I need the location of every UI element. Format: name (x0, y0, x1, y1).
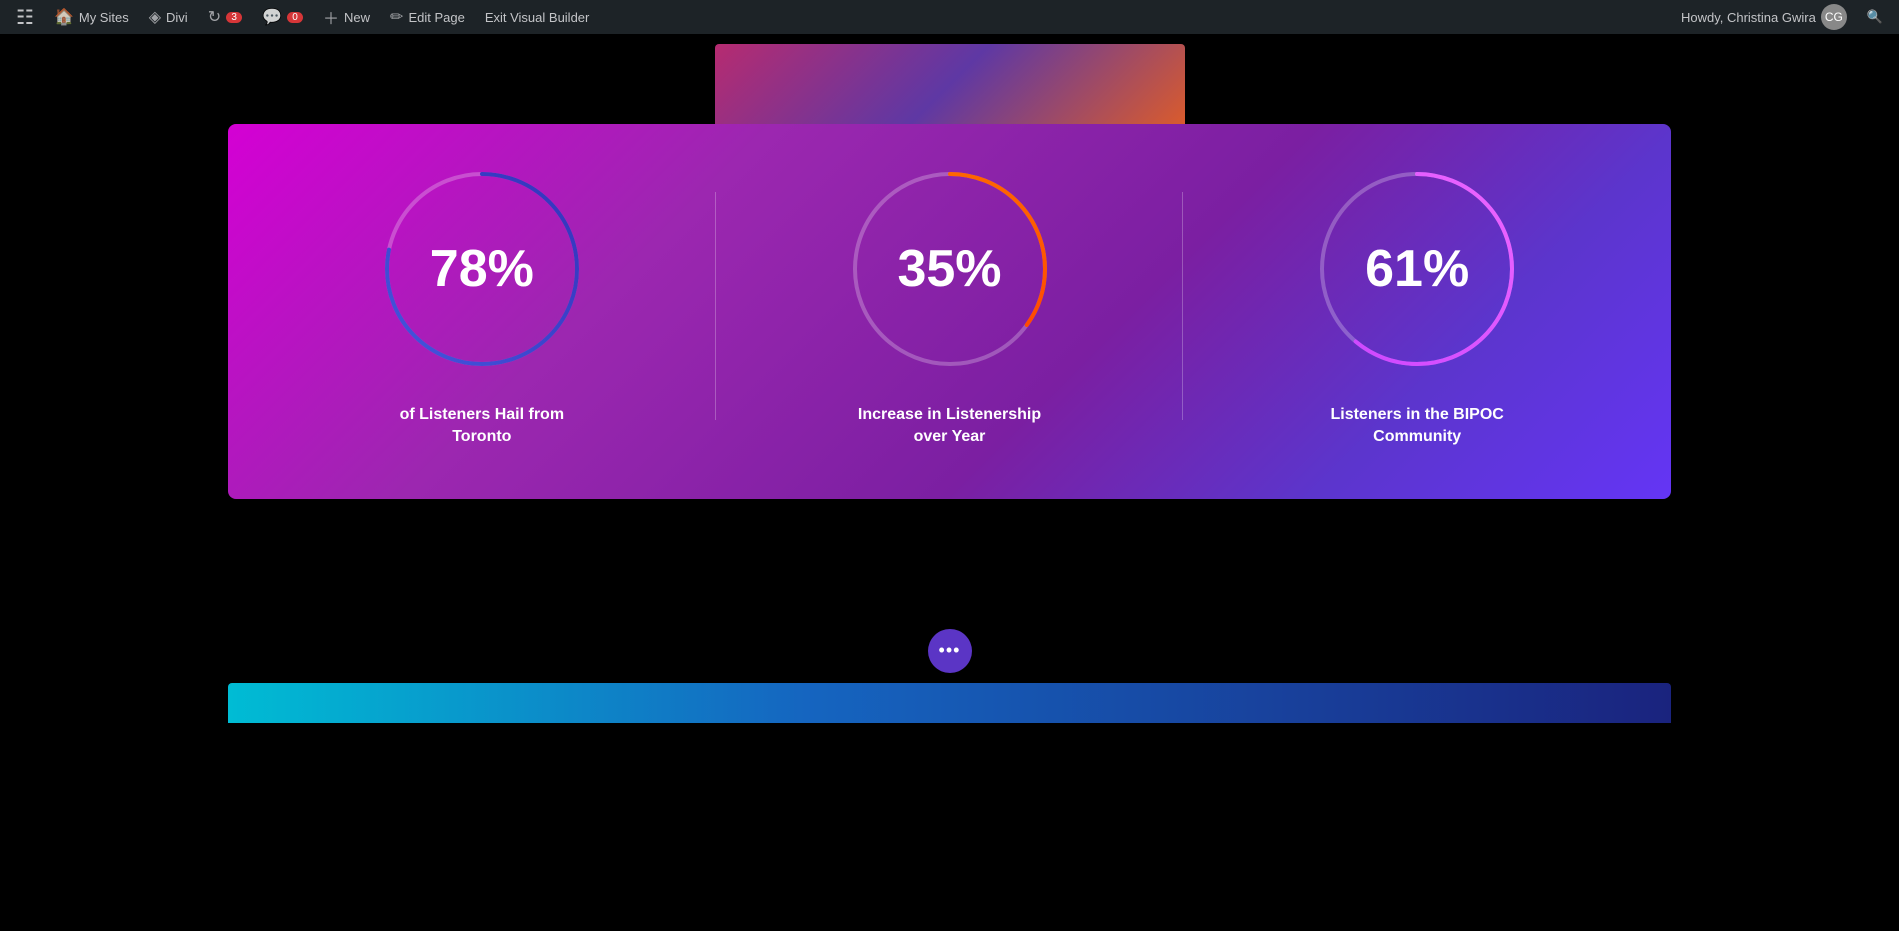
divi-label: Divi (166, 10, 188, 25)
howdy-link[interactable]: Howdy, Christina Gwira CG (1673, 0, 1855, 34)
edit-page-link[interactable]: ✏ Edit Page (382, 0, 473, 34)
avatar: CG (1821, 4, 1847, 30)
stat-value-3: 61% (1365, 239, 1469, 299)
new-link[interactable]: ＋ New (315, 0, 378, 34)
edit-page-label: Edit Page (408, 10, 464, 25)
top-image (715, 44, 1185, 124)
top-image-area (0, 34, 1899, 124)
search-icon: 🔍 (1867, 9, 1883, 25)
admin-bar: ☷ 🏠 My Sites ◈ Divi ↻ 3 💬 0 ＋ New ✏ Edit… (0, 0, 1899, 34)
stat-item-3: 61% Listeners in the BIPOC Community (1183, 164, 1651, 449)
updates-badge: 3 (226, 12, 242, 23)
bottom-bar (228, 683, 1671, 723)
comments-link[interactable]: 💬 0 (254, 0, 311, 34)
divi-icon: ◈ (149, 7, 161, 27)
stat-label-2: Increase in Listenership over Year (850, 404, 1050, 449)
my-sites-label: My Sites (79, 10, 129, 25)
circle-2: 35% (845, 164, 1055, 374)
wordpress-logo: ☷ (8, 5, 42, 30)
exit-visual-builder-link[interactable]: Exit Visual Builder (477, 0, 598, 34)
stat-label-3: Listeners in the BIPOC Community (1317, 404, 1517, 449)
updates-link[interactable]: ↻ 3 (200, 0, 250, 34)
page-content: 78% of Listeners Hail from Toronto 35% (0, 34, 1899, 723)
comments-icon: 💬 (262, 7, 282, 27)
dots-button[interactable]: ••• (928, 629, 972, 673)
howdy-text: Howdy, Christina Gwira (1681, 10, 1816, 25)
divi-link[interactable]: ◈ Divi (141, 0, 196, 34)
stat-label-1: of Listeners Hail from Toronto (382, 404, 582, 449)
admin-bar-right: Howdy, Christina Gwira CG 🔍 (1673, 0, 1891, 34)
my-sites-link[interactable]: 🏠 My Sites (46, 0, 137, 34)
stat-value-2: 35% (897, 239, 1001, 299)
search-link[interactable]: 🔍 (1859, 0, 1891, 34)
stat-value-1: 78% (430, 239, 534, 299)
stat-item-2: 35% Increase in Listenership over Year (716, 164, 1184, 449)
my-sites-icon: 🏠 (54, 7, 74, 27)
dots-button-area: ••• (228, 619, 1671, 683)
edit-icon: ✏ (390, 7, 403, 27)
new-icon: ＋ (323, 5, 339, 29)
new-label: New (344, 10, 370, 25)
stats-section: 78% of Listeners Hail from Toronto 35% (228, 124, 1671, 499)
updates-icon: ↻ (208, 7, 221, 27)
middle-area (0, 499, 1899, 619)
circle-1: 78% (377, 164, 587, 374)
comments-badge: 0 (287, 12, 303, 23)
circle-3: 61% (1312, 164, 1522, 374)
exit-visual-builder-label: Exit Visual Builder (485, 10, 590, 25)
stat-item-1: 78% of Listeners Hail from Toronto (248, 164, 716, 449)
